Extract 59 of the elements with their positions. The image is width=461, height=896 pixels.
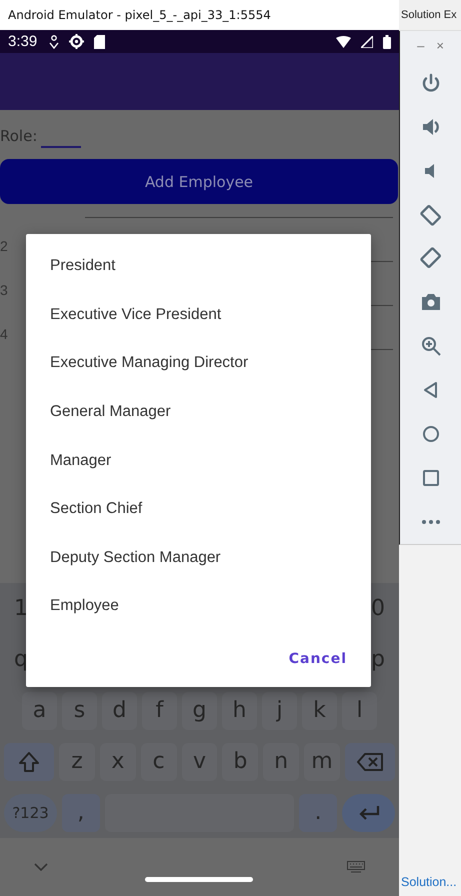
wifi-icon: [336, 36, 351, 48]
shift-icon: [18, 750, 40, 772]
enter-key[interactable]: [342, 794, 395, 832]
dialog-option[interactable]: Deputy Section Manager: [26, 534, 371, 582]
zoom-in-icon[interactable]: [420, 335, 442, 358]
keyboard-key[interactable]: k: [302, 692, 337, 730]
backspace-icon: [356, 752, 383, 770]
role-label: Role:: [0, 127, 38, 145]
add-employee-button[interactable]: Add Employee: [0, 159, 398, 204]
keyboard-key[interactable]: x: [100, 742, 136, 780]
keyboard-key[interactable]: 0: [371, 590, 385, 628]
keyboard-key[interactable]: l: [342, 692, 377, 730]
dialog-option[interactable]: President: [26, 242, 371, 291]
keyboard-key[interactable]: g: [182, 692, 217, 730]
keyboard-key[interactable]: f: [142, 692, 177, 730]
battery-icon: [383, 34, 391, 48]
close-button[interactable]: ×: [436, 38, 444, 54]
keyboard-key[interactable]: 1: [14, 590, 28, 628]
enter-icon: [358, 804, 380, 820]
window-title: Android Emulator - pixel_5_-_api_33_1:5554: [8, 8, 271, 22]
keyboard-key[interactable]: m: [304, 742, 340, 780]
backspace-key[interactable]: [344, 742, 395, 780]
minimize-button[interactable]: –: [417, 38, 424, 54]
dialog-option[interactable]: Executive Managing Director: [26, 339, 371, 388]
dialog-option[interactable]: Manager: [26, 436, 371, 485]
sd-card-icon: [94, 34, 106, 48]
chevron-down-icon[interactable]: [34, 863, 48, 871]
keyboard-key[interactable]: c: [140, 742, 177, 780]
keyboard-key[interactable]: p: [371, 640, 385, 678]
dialog-option[interactable]: General Manager: [26, 388, 371, 436]
keyboard-key[interactable]: a: [22, 692, 57, 730]
keyboard-key[interactable]: ,: [62, 794, 100, 832]
keyboard-key[interactable]: z: [59, 742, 95, 780]
dialog-option[interactable]: Executive Vice President: [26, 290, 371, 340]
symbols-key[interactable]: ?123: [4, 794, 57, 832]
shift-key[interactable]: [4, 742, 54, 780]
keyboard-key[interactable]: q: [14, 640, 28, 678]
dialog-option[interactable]: Employee: [26, 582, 371, 631]
row-number: 3: [0, 282, 9, 300]
keyboard-key[interactable]: v: [182, 742, 218, 780]
signal-icon: [361, 36, 373, 48]
status-time: 3:39: [8, 33, 38, 50]
cancel-button[interactable]: Cancel: [284, 646, 351, 671]
rotate-right-icon[interactable]: [420, 247, 442, 270]
row-number: 4: [0, 326, 9, 344]
keyboard-key[interactable]: s: [62, 692, 97, 730]
solution-explorer-link[interactable]: Solution...: [401, 875, 457, 889]
keyboard-key[interactable]: b: [222, 742, 258, 780]
keyboard-key[interactable]: .: [299, 794, 337, 832]
dialog-option[interactable]: Section Chief: [26, 484, 371, 534]
keyboard-key[interactable]: j: [262, 692, 297, 730]
keyboard-key[interactable]: h: [222, 692, 257, 730]
keyboard-key[interactable]: d: [102, 692, 137, 730]
gear-icon: [69, 34, 84, 49]
keyboard-key[interactable]: n: [263, 742, 300, 780]
rotate-left-icon[interactable]: [420, 204, 442, 226]
keyboard-icon[interactable]: [347, 861, 365, 873]
home-handle[interactable]: [145, 877, 253, 882]
row-number: 2: [0, 238, 9, 256]
